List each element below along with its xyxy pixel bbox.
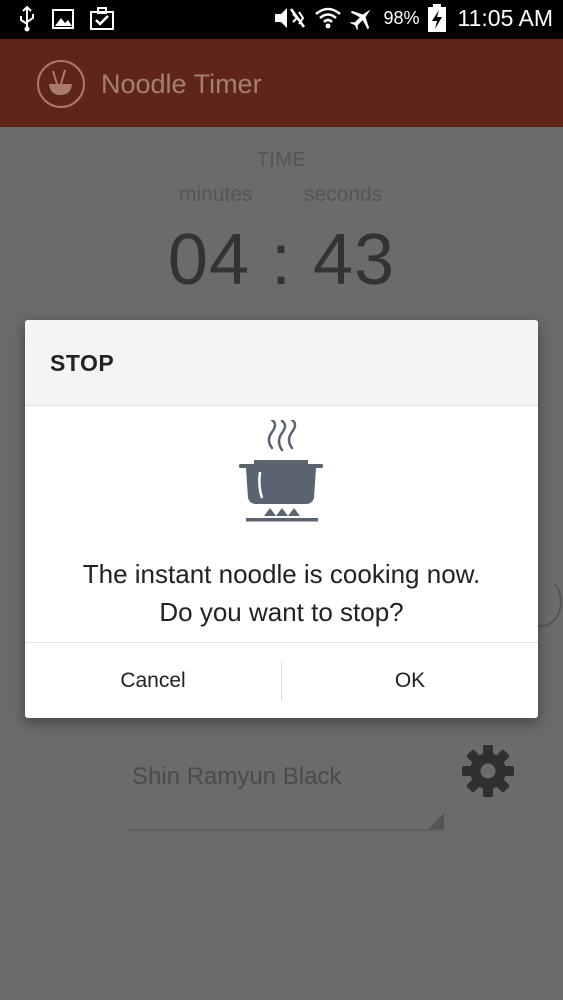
status-time: 11:05 AM <box>457 4 553 31</box>
minutes-label: minutes <box>179 183 253 206</box>
task-icon <box>90 7 114 30</box>
notification-icons <box>18 6 114 32</box>
gear-icon[interactable] <box>460 743 516 799</box>
ok-button[interactable]: OK <box>282 643 538 719</box>
status-bar: 98% 11:05 AM <box>0 0 563 39</box>
airplane-icon <box>350 9 371 31</box>
stop-dialog: STOP The instant noodle is cooking now. … <box>25 320 538 718</box>
cancel-button[interactable]: Cancel <box>25 643 281 719</box>
usb-icon <box>20 6 34 32</box>
wifi-icon <box>315 7 342 29</box>
cooking-pot-icon <box>239 420 323 522</box>
dropdown-caret-icon <box>428 813 444 829</box>
noodle-dropdown[interactable]: Shin Ramyun Black <box>128 757 444 831</box>
dialog-message-line1: The instant noodle is cooking now. <box>82 559 481 589</box>
battery-percent: 98% <box>383 7 420 28</box>
app-bar: Noodle Timer <box>0 39 563 127</box>
dialog-actions: Cancel OK <box>25 642 538 718</box>
noodle-selected: Shin Ramyun Black <box>132 763 342 790</box>
timer-display: 04 : 43 <box>167 220 396 300</box>
dropdown-underline <box>128 829 444 831</box>
dialog-header: STOP <box>25 320 538 406</box>
seconds-label: seconds <box>304 183 383 206</box>
time-label: TIME <box>256 149 307 171</box>
app-title: Noodle Timer <box>101 69 262 99</box>
battery-charging-icon <box>427 4 446 32</box>
dialog-message-line2: Do you want to stop? <box>159 597 404 627</box>
system-icons: 98% 11:05 AM <box>273 4 553 32</box>
dialog-message: The instant noodle is cooking now. Do yo… <box>25 555 538 631</box>
mute-icon <box>275 8 306 28</box>
noodle-bowl-icon <box>37 60 85 108</box>
dialog-title: STOP <box>50 350 115 376</box>
gallery-icon <box>52 9 74 29</box>
